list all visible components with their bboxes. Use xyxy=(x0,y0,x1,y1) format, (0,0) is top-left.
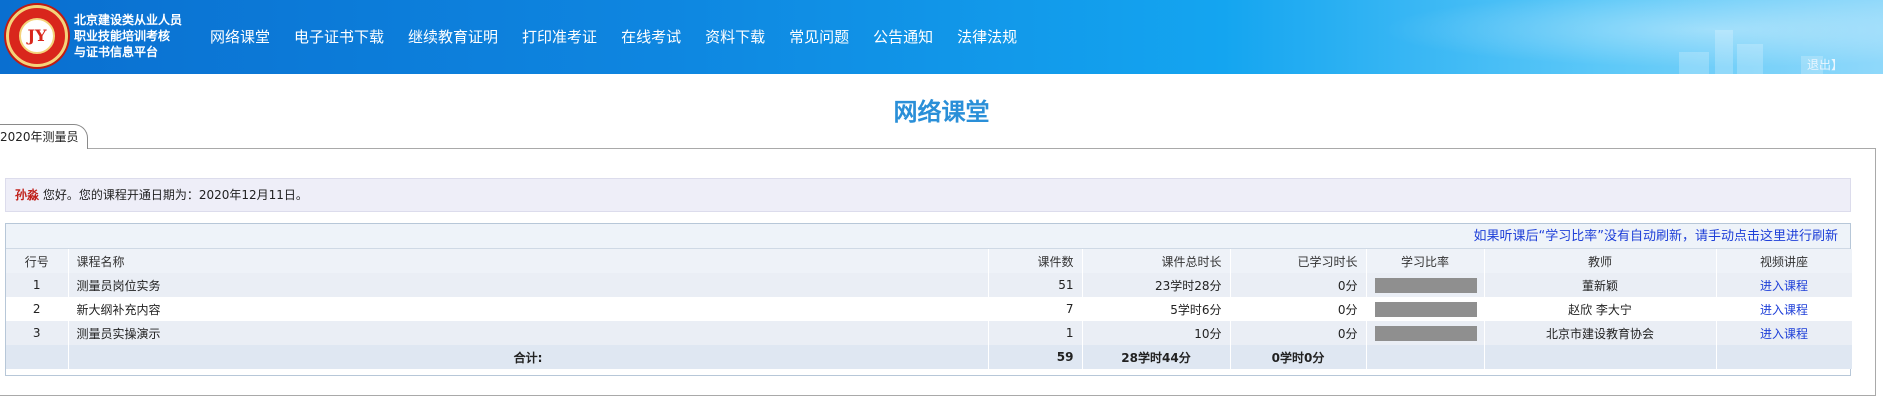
nav-item-education-proof[interactable]: 继续教育证明 xyxy=(408,26,498,48)
course-name: 新大纲补充内容 xyxy=(68,297,989,321)
courseware-count: 51 xyxy=(988,273,1083,297)
summary-count: 59 xyxy=(988,345,1083,369)
table-row: 1 测量员岗位实务 51 23学时28分 0分 董新颖 进入课程 xyxy=(6,273,1853,297)
summary-label: 合计: xyxy=(68,345,989,369)
banner-building xyxy=(1715,30,1733,74)
learned-duration: 0分 xyxy=(1230,273,1367,297)
refresh-link[interactable]: 如果听课后“学习比率”没有自动刷新，请手动点击这里进行刷新 xyxy=(1474,229,1838,244)
column-header: 已学习时长 xyxy=(1230,249,1367,273)
column-header: 学习比率 xyxy=(1366,249,1485,273)
table-row: 2 新大纲补充内容 7 5学时6分 0分 赵欣 李大宁 进入课程 xyxy=(6,297,1853,321)
learned-duration: 0分 xyxy=(1230,297,1367,321)
teacher-name: 董新颖 xyxy=(1484,273,1717,297)
refresh-row: 如果听课后“学习比率”没有自动刷新，请手动点击这里进行刷新 xyxy=(6,224,1850,249)
study-ratio-cell xyxy=(1366,273,1485,297)
courseware-count: 1 xyxy=(988,321,1083,345)
study-ratio-cell xyxy=(1366,297,1485,321)
logo-emblem: JY xyxy=(19,18,55,54)
course-name: 测量员实操演示 xyxy=(68,321,989,345)
column-header: 视频讲座 xyxy=(1716,249,1853,273)
courseware-count: 7 xyxy=(988,297,1083,321)
greeting-message: 您好。您的课程开通日期为：2020年12月11日。 xyxy=(39,188,308,202)
total-duration: 10分 xyxy=(1082,321,1231,345)
site-title-line: 职业技能培训考核 xyxy=(74,29,171,43)
nav-item-print-admission[interactable]: 打印准考证 xyxy=(522,26,597,48)
nav-item-online-class[interactable]: 网络课堂 xyxy=(210,26,270,48)
teacher-name: 赵欣 李大宁 xyxy=(1484,297,1717,321)
nav-item-laws[interactable]: 法律法规 xyxy=(957,26,1017,48)
column-header: 教师 xyxy=(1484,249,1717,273)
table-row: 3 测量员实操演示 1 10分 0分 北京市建设教育协会 进入课程 xyxy=(6,321,1853,345)
summary-empty-cell xyxy=(1484,345,1717,369)
summary-empty-cell xyxy=(1366,345,1485,369)
site-title-line: 北京建设类从业人员 xyxy=(74,13,183,27)
teacher-name: 北京市建设教育协会 xyxy=(1484,321,1717,345)
enter-course-cell: 进入课程 xyxy=(1716,273,1853,297)
study-ratio-bar xyxy=(1374,277,1477,293)
banner-decoration xyxy=(1323,0,1883,74)
summary-learned-duration: 0学时0分 xyxy=(1230,345,1367,369)
page-title: 网络课堂 xyxy=(893,98,990,126)
column-header: 课程名称 xyxy=(68,249,989,273)
site-title-line: 与证书信息平台 xyxy=(74,45,159,59)
learned-duration: 0分 xyxy=(1230,321,1367,345)
enter-course-cell: 进入课程 xyxy=(1716,321,1853,345)
main-nav: 网络课堂 电子证书下载 继续教育证明 打印准考证 在线考试 资料下载 常见问题 … xyxy=(210,26,1017,48)
banner-building xyxy=(1679,52,1709,74)
nav-item-online-exam[interactable]: 在线考试 xyxy=(621,26,681,48)
summary-empty-cell xyxy=(1716,345,1853,369)
summary-total-duration: 28学时44分 xyxy=(1082,345,1231,369)
study-ratio-bar xyxy=(1374,301,1477,317)
nav-item-certificate-download[interactable]: 电子证书下载 xyxy=(294,26,384,48)
banner-building xyxy=(1737,44,1763,74)
column-header: 课件总时长 xyxy=(1082,249,1231,273)
table-summary-row: 合计: 59 28学时44分 0学时0分 xyxy=(6,345,1853,369)
table-header-row: 行号 课程名称 课件数 课件总时长 已学习时长 学习比率 教师 视频讲座 xyxy=(6,249,1853,273)
summary-empty-cell xyxy=(6,345,69,369)
enter-course-link[interactable]: 进入课程 xyxy=(1760,327,1808,341)
greeting-bar: 孙淼 您好。您的课程开通日期为：2020年12月11日。 xyxy=(5,178,1851,212)
total-duration: 23学时28分 xyxy=(1082,273,1231,297)
course-table: 行号 课程名称 课件数 课件总时长 已学习时长 学习比率 教师 视频讲座 1 测… xyxy=(6,249,1853,369)
column-header: 行号 xyxy=(6,249,69,273)
site-logo[interactable]: JY xyxy=(6,5,68,67)
column-header: 课件数 xyxy=(988,249,1083,273)
enter-course-cell: 进入课程 xyxy=(1716,297,1853,321)
course-name: 测量员岗位实务 xyxy=(68,273,989,297)
nav-item-faq[interactable]: 常见问题 xyxy=(789,26,849,48)
study-ratio-bar xyxy=(1374,325,1477,341)
top-banner: JY 北京建设类从业人员 职业技能培训考核 与证书信息平台 网络课堂 电子证书下… xyxy=(0,0,1883,74)
row-number: 1 xyxy=(6,273,69,297)
nav-item-materials-download[interactable]: 资料下载 xyxy=(705,26,765,48)
tab-course-2020-surveyor[interactable]: 2020年测量员 xyxy=(0,124,88,149)
enter-course-link[interactable]: 进入课程 xyxy=(1760,279,1808,293)
logout-link[interactable]: 退出】 xyxy=(1807,56,1843,73)
nav-item-announcements[interactable]: 公告通知 xyxy=(873,26,933,48)
row-number: 3 xyxy=(6,321,69,345)
site-title: 北京建设类从业人员 职业技能培训考核 与证书信息平台 xyxy=(74,12,194,60)
enter-course-link[interactable]: 进入课程 xyxy=(1760,303,1808,317)
row-number: 2 xyxy=(6,297,69,321)
study-ratio-cell xyxy=(1366,321,1485,345)
course-table-container: 如果听课后“学习比率”没有自动刷新，请手动点击这里进行刷新 行号 课程名称 课件… xyxy=(5,223,1853,376)
total-duration: 5学时6分 xyxy=(1082,297,1231,321)
user-name: 孙淼 xyxy=(15,188,40,202)
